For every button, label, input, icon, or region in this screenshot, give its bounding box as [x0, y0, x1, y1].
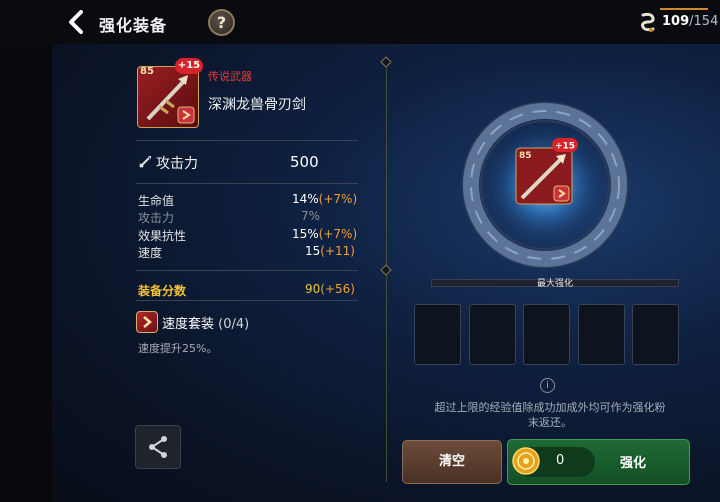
- gear-score-number: 90: [305, 282, 321, 296]
- material-slot[interactable]: [523, 304, 570, 365]
- gear-score-bonus: (+56): [320, 282, 355, 296]
- svg-text:+15: +15: [555, 142, 575, 152]
- divider: [136, 270, 358, 271]
- share-button[interactable]: [135, 425, 181, 469]
- enhance-ring: 85 +15: [461, 101, 629, 269]
- divider: [136, 140, 358, 141]
- enhance-button-label: 强化: [620, 456, 647, 471]
- sub-stat-value: 15(+11): [305, 244, 355, 258]
- gear-score-value: 90(+56): [305, 282, 355, 296]
- sub-stat-value: 14%(+7%): [292, 192, 357, 206]
- material-slot[interactable]: [469, 304, 516, 365]
- item-level: 85: [140, 66, 154, 77]
- stamina-bar: [660, 8, 708, 10]
- divider: [136, 300, 358, 301]
- sub-stat-number: 14%: [292, 192, 319, 206]
- sub-stat-value: 7%: [301, 209, 320, 223]
- material-slot[interactable]: [578, 304, 625, 365]
- stamina-max: /154: [689, 14, 719, 29]
- clear-button[interactable]: 清空: [402, 440, 502, 484]
- notice-line: 末返还。: [528, 416, 572, 429]
- svg-text:85: 85: [519, 151, 532, 161]
- sub-stat-label: 攻击力: [138, 211, 175, 225]
- set-name: 速度套装 (0/4): [162, 313, 249, 332]
- sub-stat-label: 效果抗性: [138, 229, 187, 243]
- sub-stat-label: 速度: [138, 246, 163, 260]
- stamina-current: 109: [662, 14, 690, 29]
- enhance-level-badge: +15: [175, 58, 203, 74]
- set-title: 速度套装: [162, 317, 215, 332]
- main-stat-value: 500: [290, 153, 319, 171]
- stamina-text: 109/154: [662, 14, 718, 29]
- help-icon[interactable]: ?: [208, 9, 235, 36]
- sub-stat-number: 7%: [301, 209, 321, 223]
- gear-score-label: 装备分数: [138, 284, 187, 298]
- main-stat-label: 攻击力: [156, 156, 198, 172]
- back-arrow-icon[interactable]: [64, 9, 90, 35]
- max-enhance-label: 最大强化: [536, 279, 573, 289]
- gold-coin-icon: [512, 447, 540, 475]
- enhance-cost: 0: [556, 453, 565, 468]
- divider: [136, 183, 358, 184]
- sub-stat-number: 15%: [292, 227, 319, 241]
- material-slot[interactable]: [414, 304, 461, 365]
- item-rarity: 传说武器: [208, 70, 252, 83]
- sub-stat-number: 15: [305, 244, 321, 258]
- sub-stat-bonus: (+11): [320, 244, 355, 258]
- notice-line: 超过上限的经验值除成功加成外均可作为强化粉: [434, 401, 666, 414]
- sub-stat-bonus: (+7%): [318, 227, 358, 241]
- share-icon: [149, 436, 167, 458]
- stamina-icon: [641, 12, 655, 32]
- info-icon[interactable]: i: [540, 378, 555, 393]
- sword-icon: [139, 156, 151, 168]
- set-description: 速度提升25%。: [138, 342, 218, 355]
- set-count: (0/4): [218, 317, 250, 332]
- page-title: 强化装备: [99, 16, 168, 35]
- sub-stat-bonus: (+7%): [318, 192, 358, 206]
- sub-stat-value: 15%(+7%): [292, 227, 357, 241]
- sub-stat-label: 生命值: [138, 194, 175, 208]
- item-name: 深渊龙兽骨刃剑: [208, 97, 306, 113]
- overflow-notice: 超过上限的经验值除成功加成外均可作为强化粉 末返还。: [400, 400, 700, 430]
- material-slot[interactable]: [632, 304, 679, 365]
- set-icon: [136, 311, 158, 333]
- enhance-equipment-screen: 强化装备 ? 109/154 85 +15 传说武器 深渊龙兽骨刃剑 攻击力 5…: [0, 0, 720, 502]
